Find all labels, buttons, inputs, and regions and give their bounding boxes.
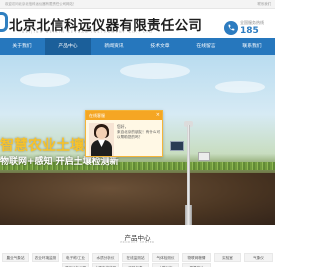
category-item[interactable]: 農业气象站 xyxy=(2,253,29,262)
category-item[interactable]: 农业环境监测 xyxy=(32,253,59,262)
nav-item-message[interactable]: 在线留言 xyxy=(183,38,229,55)
chat-header: 在线客服 × xyxy=(86,111,162,120)
cloud-decoration xyxy=(20,73,70,87)
solar-panel xyxy=(170,141,184,151)
welcome-text: 欢迎访问北京北信科远仪器有限责任公司网站！ xyxy=(5,2,77,6)
main-nav: 关于我们 产品中心 新闻资讯 技术文章 在线留言 联系我们 xyxy=(0,38,275,55)
chat-popup[interactable]: 在线客服 × 您好， 來自北京的朋友！有什么可以帮助您的吗？ xyxy=(85,110,163,157)
company-logo[interactable] xyxy=(0,12,8,32)
header: 北京北信科远仪器有限责任公司 BEIJING BEIXIN KEYUAN INS… xyxy=(0,9,275,38)
category-item[interactable]: 电子称/工业 xyxy=(62,253,89,262)
category-item[interactable]: 通用分析仪器 xyxy=(62,263,89,267)
category-item[interactable]: 土壤分析 xyxy=(152,263,179,267)
category-item[interactable]: 实验室 xyxy=(214,253,241,262)
top-bar: 欢迎访问北京北信科远仪器有限责任公司网站！ 联系我们 xyxy=(0,0,275,9)
category-item[interactable]: 在线监测站 xyxy=(122,253,149,262)
company-english-name: BEIJING BEIXIN KEYUAN INSTRUMENT CO., LT… xyxy=(22,30,154,34)
category-item[interactable]: 气象仪 xyxy=(244,253,273,262)
agent-avatar xyxy=(89,123,114,156)
sensor-box xyxy=(198,152,210,161)
products-section: 产品中心 PRODUCT CENTER 農业气象站 农业环境监测 电子称/工业 … xyxy=(0,225,275,267)
chat-message: 來自北京的朋友！有什么可以帮助您的吗？ xyxy=(117,130,161,139)
products-title-en: PRODUCT CENTER xyxy=(120,240,155,244)
cloud-decoration xyxy=(120,63,190,79)
chat-title: 在线客服 xyxy=(89,112,105,118)
top-contact-link[interactable]: 联系我们 xyxy=(257,1,271,6)
category-item[interactable]: 气体检测仪 xyxy=(152,253,179,262)
soil-probe xyxy=(185,205,192,225)
category-item[interactable]: 环境气象 xyxy=(122,263,149,267)
category-item[interactable]: 水质分析仪 xyxy=(92,253,119,262)
cloud-decoration xyxy=(215,81,265,93)
category-item[interactable]: 物联网粮情 xyxy=(182,253,211,262)
category-item[interactable]: 温湿度计 xyxy=(182,263,211,267)
category-item[interactable]: 水质在线监测 xyxy=(92,263,119,267)
nav-item-products[interactable]: 产品中心 xyxy=(45,38,91,55)
nav-item-articles[interactable]: 技术文章 xyxy=(137,38,183,55)
hotline-number: 185 xyxy=(240,26,259,36)
nav-item-contact[interactable]: 联系我们 xyxy=(229,38,275,55)
nav-item-news[interactable]: 新闻资讯 xyxy=(91,38,137,55)
close-icon[interactable]: × xyxy=(156,112,160,118)
phone-icon xyxy=(224,21,238,35)
nav-item-about[interactable]: 关于我们 xyxy=(0,38,44,55)
soil-layer xyxy=(0,173,275,225)
